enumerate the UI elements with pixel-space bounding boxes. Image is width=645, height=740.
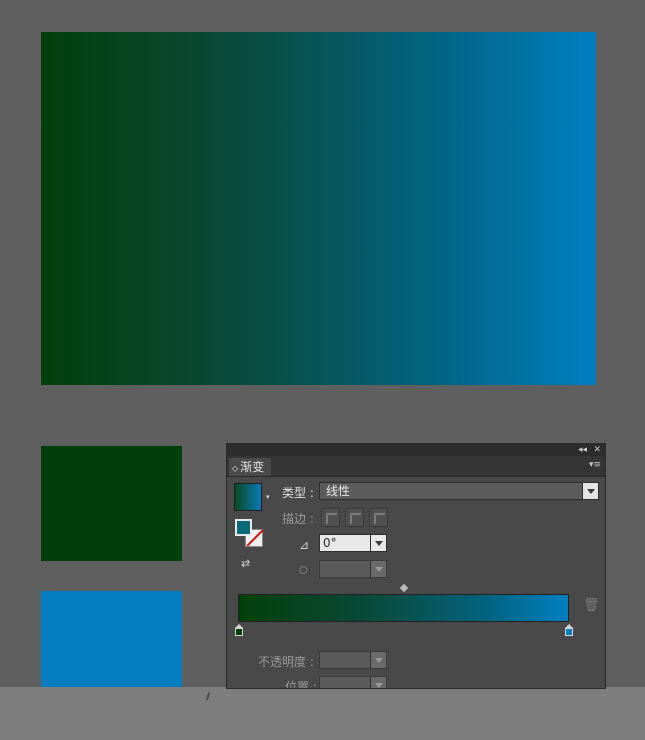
stop-color-box: [235, 628, 243, 636]
angle-icon: ⊿: [299, 538, 310, 552]
gradient-rectangle[interactable]: [41, 32, 596, 385]
position-label: 位置 :: [285, 680, 317, 689]
gradient-panel: ◂◂ ✕ ◇ 渐变 ▾≡ ▾ ⇄ 类型 : 线性 描边 : ⊿ 0° ⭘ 🗑 不…: [226, 443, 606, 689]
panel-body: ▾ ⇄ 类型 : 线性 描边 : ⊿ 0° ⭘ 🗑 不透明度: 位置:: [227, 477, 605, 689]
opacity-input[interactable]: [319, 651, 387, 669]
chevron-down-icon[interactable]: [370, 561, 386, 577]
panel-menu-icon[interactable]: ▾≡: [589, 460, 601, 470]
aspect-ratio-input[interactable]: [319, 560, 387, 578]
panel-tab-bar: ◇ 渐变 ▾≡: [227, 456, 605, 477]
stroke-within-icon: [326, 513, 337, 524]
close-panel-icon[interactable]: ✕: [593, 444, 601, 456]
stroke-label: 描边 :: [282, 512, 314, 526]
collapse-panel-icon[interactable]: ◂◂: [578, 444, 587, 456]
angle-value: 0°: [323, 536, 337, 550]
opacity-label: 不透明度 :: [258, 655, 314, 669]
reverse-gradient-icon[interactable]: ⇄: [241, 557, 250, 570]
gradient-preset-dropdown-icon[interactable]: ▾: [266, 493, 270, 501]
panel-title-bar[interactable]: ◂◂ ✕: [227, 444, 605, 456]
gradient-midpoint-diamond[interactable]: [399, 583, 409, 593]
stroke-within-button[interactable]: [321, 508, 340, 527]
chevron-down-icon[interactable]: [370, 535, 386, 551]
gradient-preview-swatch[interactable]: [234, 483, 262, 511]
gradient-stop-left[interactable]: [235, 624, 243, 636]
aspect-ratio-icon: ⭘: [299, 564, 308, 577]
stop-color-box: [565, 628, 573, 636]
chevron-down-icon[interactable]: [582, 483, 598, 499]
delete-stop-icon[interactable]: 🗑: [583, 598, 600, 613]
bottom-bar: [0, 687, 645, 740]
resize-grip-icon[interactable]: ∕∕: [206, 692, 210, 702]
position-input[interactable]: [319, 676, 387, 688]
stroke-along-button[interactable]: [345, 508, 364, 527]
stroke-across-button[interactable]: [369, 508, 388, 527]
fill-color-box[interactable]: [235, 519, 252, 536]
type-label: 类型 :: [282, 486, 314, 500]
tab-arrows-icon: ◇: [232, 464, 239, 473]
type-select-value: 线性: [326, 484, 351, 498]
green-swatch-rectangle[interactable]: [41, 446, 182, 561]
gradient-slider[interactable]: [238, 594, 569, 622]
type-select[interactable]: 线性: [319, 482, 599, 500]
stroke-along-icon: [350, 513, 361, 524]
tab-gradient-label: 渐变: [240, 460, 265, 474]
stroke-across-icon: [374, 513, 385, 524]
chevron-down-icon[interactable]: [370, 652, 386, 668]
gradient-stop-right[interactable]: [565, 624, 573, 636]
angle-input[interactable]: 0°: [319, 534, 387, 552]
tab-gradient[interactable]: ◇ 渐变: [229, 458, 271, 476]
chevron-down-icon[interactable]: [370, 677, 386, 688]
